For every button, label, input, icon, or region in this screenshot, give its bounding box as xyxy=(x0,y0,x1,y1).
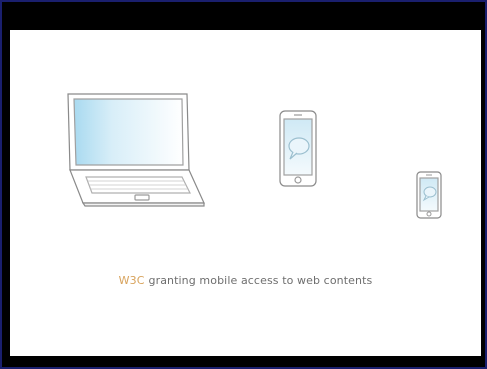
w3c-brand-label: W3C xyxy=(118,274,145,287)
devices-illustration xyxy=(67,93,442,219)
video-frame: W3C granting mobile access to web content… xyxy=(0,0,487,369)
smartphone-icon xyxy=(416,171,442,219)
laptop-icon xyxy=(67,93,205,207)
tagline: W3C granting mobile access to web content… xyxy=(10,274,481,287)
tagline-text: granting mobile access to web contents xyxy=(148,274,373,287)
video-canvas: W3C granting mobile access to web content… xyxy=(10,30,481,356)
tablet-icon xyxy=(279,110,317,187)
